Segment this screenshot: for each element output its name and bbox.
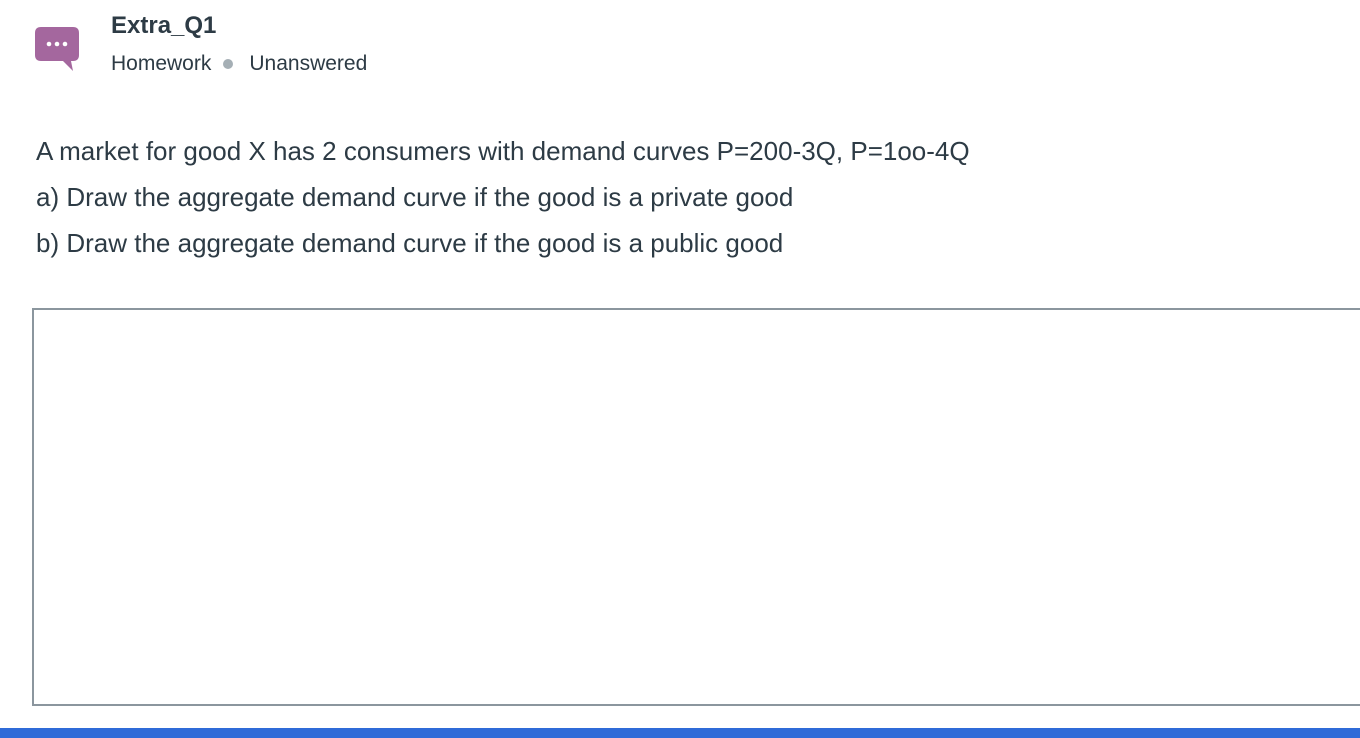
discussion-bubble-icon xyxy=(35,27,79,71)
category-label: Homework xyxy=(111,52,212,75)
question-line-b: b) Draw the aggregate demand curve if th… xyxy=(36,228,784,258)
separator-dot-icon xyxy=(223,59,234,69)
title-block: Extra_Q1 Homework Unanswered xyxy=(111,10,711,78)
answer-input-area[interactable] xyxy=(32,308,1360,706)
question-line-a: a) Draw the aggregate demand curve if th… xyxy=(36,182,794,212)
bottom-progress-bar xyxy=(0,728,1360,738)
status-label: Unanswered xyxy=(249,52,368,75)
page: Extra_Q1 Homework Unanswered A market fo… xyxy=(0,0,1360,738)
page-title: Extra_Q1 xyxy=(111,12,217,39)
question-text: A market for good X has 2 consumers with… xyxy=(36,128,1336,266)
question-meta: Homework Unanswered xyxy=(111,50,711,78)
question-line: A market for good X has 2 consumers with… xyxy=(36,136,970,166)
